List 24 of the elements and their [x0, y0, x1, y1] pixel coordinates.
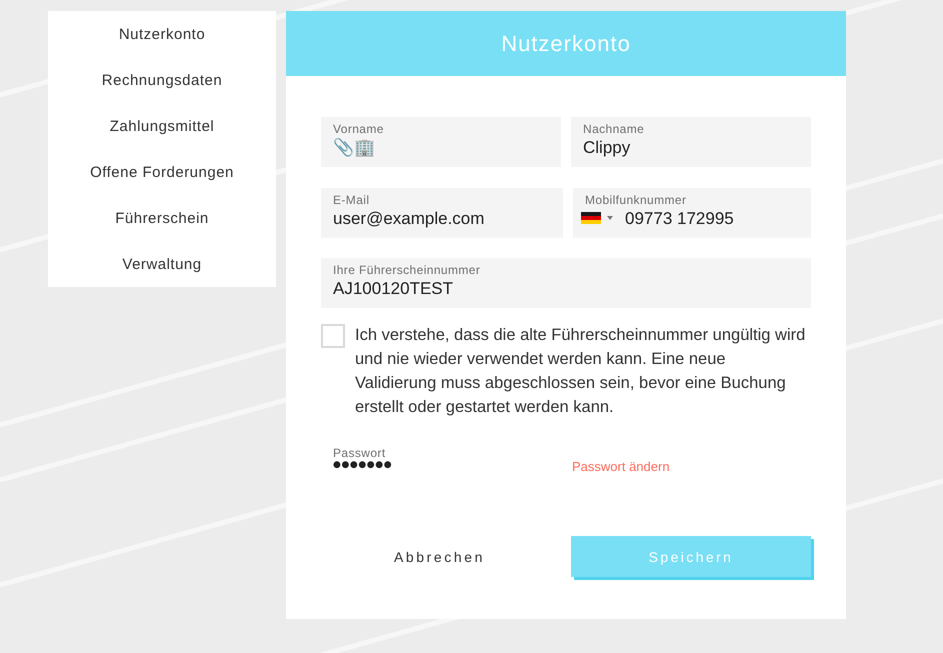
sidebar-item[interactable]: Nutzerkonto [48, 11, 276, 57]
field-label: Ihre Führerscheinnummer [333, 263, 482, 277]
sidebar-item[interactable]: Rechnungsdaten [48, 57, 276, 103]
flag-icon[interactable] [581, 212, 601, 224]
sidebar-item[interactable]: Führerschein [48, 195, 276, 241]
consent-text: Ich verstehe, dass die alte Führerscheinnummer ungültig wird und nie wieder verwendet werden kann. Eine neue Validierung muss abgeschlossen sein, bevor eine Buchung erstellt oder gestartet werden kann. [355, 325, 806, 418]
cancel-button[interactable]: Abbrechen [321, 536, 561, 580]
password-label: Passwort [333, 446, 387, 460]
input-field[interactable]: Nachname Clippy [571, 117, 811, 167]
field-label: Vorname [333, 122, 385, 136]
sidebar-item[interactable]: Verwaltung [48, 241, 276, 287]
checkbox[interactable] [321, 324, 345, 348]
password-value: ●●●●●●● [333, 460, 392, 471]
sidebar-item[interactable]: Offene Forderungen [48, 149, 276, 195]
field-label: E-Mail [333, 192, 370, 206]
field-label: Nachname [583, 122, 646, 136]
input-field[interactable]: Mobilfunknummer 09773 172995 [573, 188, 811, 238]
field-label: Mobilfunknummer [584, 192, 688, 206]
input-field[interactable]: Ihre Führerscheinnummer AJ100120TEST [321, 258, 811, 308]
input-field[interactable]: E-Mail user@example.com [321, 188, 563, 238]
caret-icon[interactable] [607, 216, 613, 220]
card-title: Nutzerkonto [501, 30, 631, 56]
input-field[interactable]: Vorname 📎🏢 [321, 117, 561, 167]
sidebar-item[interactable]: Zahlungsmittel [48, 103, 276, 149]
